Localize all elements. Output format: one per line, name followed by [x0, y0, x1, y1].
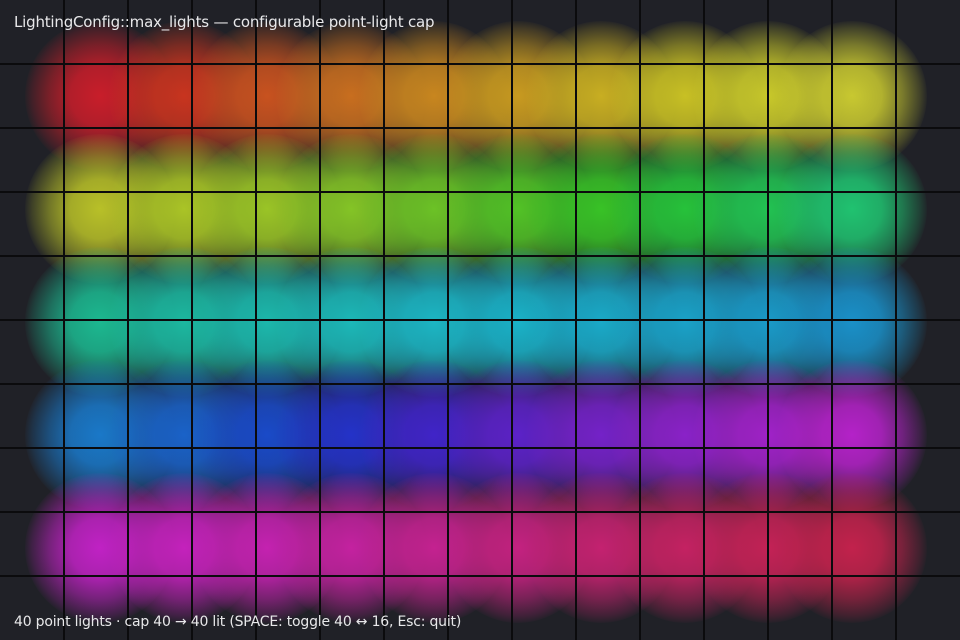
- grid-line-horizontal: [0, 191, 960, 193]
- grid-line-horizontal: [0, 319, 960, 321]
- floor-grid: [0, 0, 960, 640]
- grid-line-horizontal: [0, 255, 960, 257]
- grid-line-horizontal: [0, 575, 960, 577]
- game-viewport[interactable]: LightingConfig::max_lights — configurabl…: [0, 0, 960, 640]
- grid-line-horizontal: [0, 383, 960, 385]
- grid-line-horizontal: [0, 447, 960, 449]
- grid-line-horizontal: [0, 127, 960, 129]
- hud-status-line: 40 point lights · cap 40 → 40 lit (SPACE…: [14, 614, 462, 630]
- hud-title: LightingConfig::max_lights — configurabl…: [14, 13, 435, 31]
- grid-line-horizontal: [0, 63, 960, 65]
- grid-line-horizontal: [0, 511, 960, 513]
